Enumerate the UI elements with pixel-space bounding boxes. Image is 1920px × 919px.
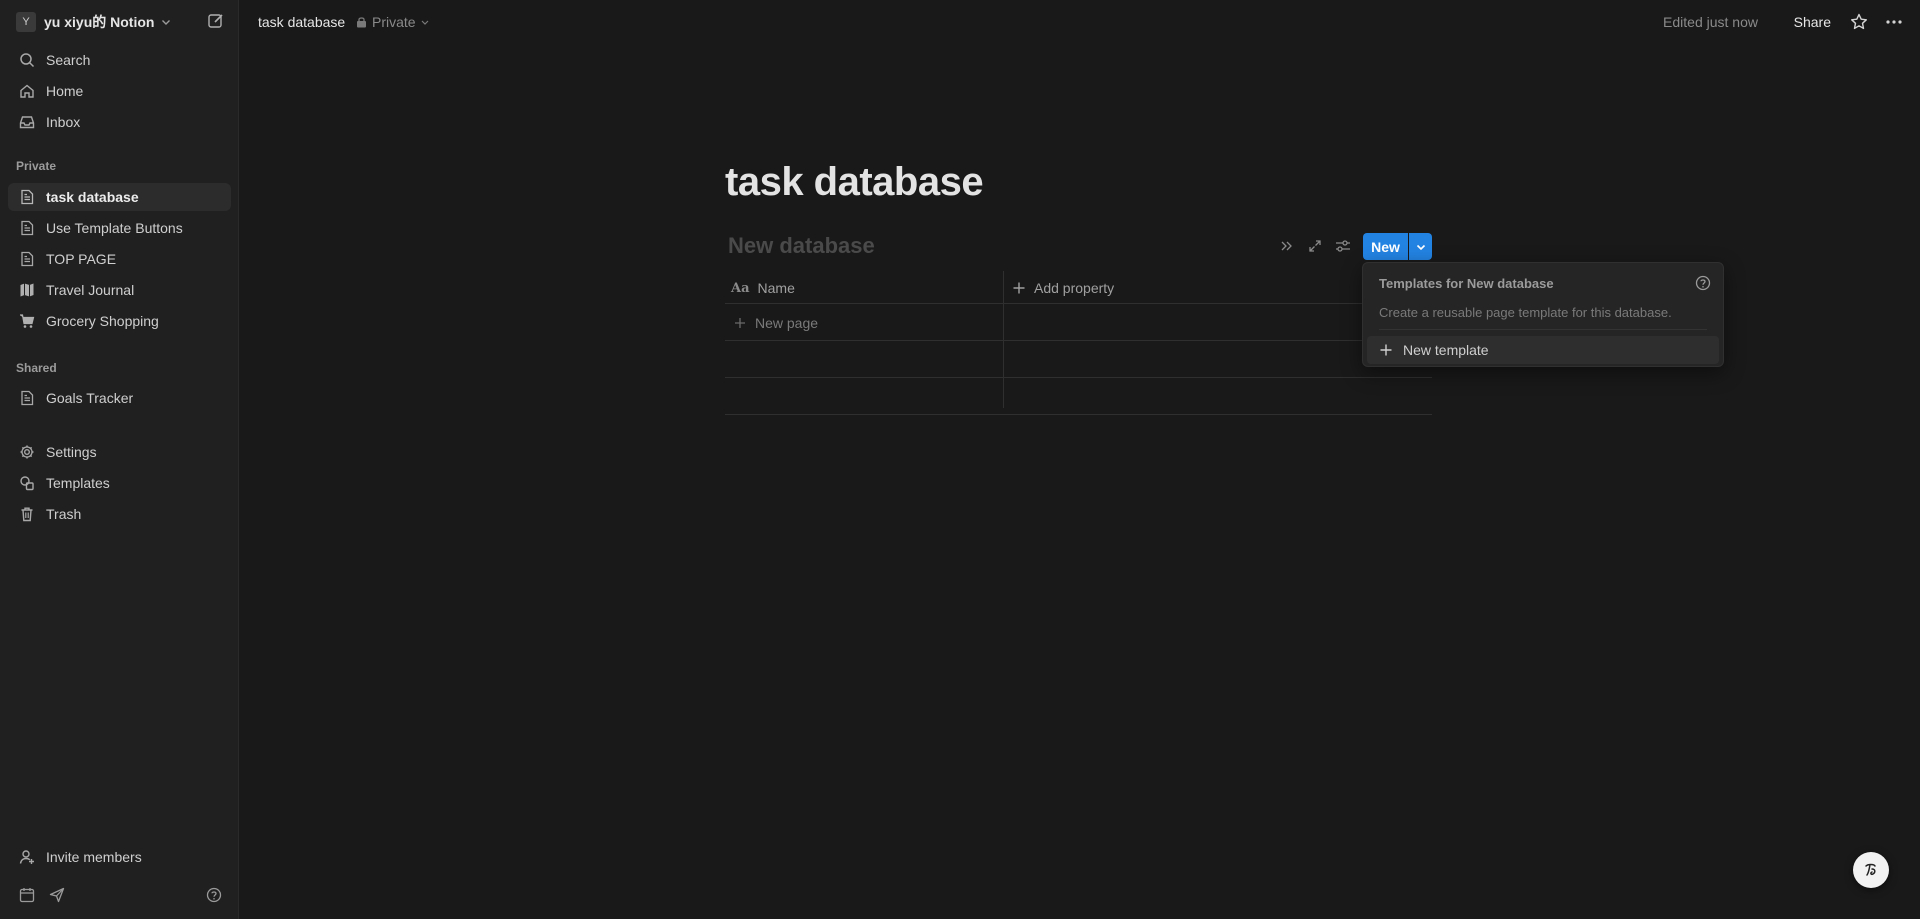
section-label-shared: Shared <box>16 361 57 375</box>
sidebar-item-label: Travel Journal <box>46 282 135 298</box>
divider <box>1379 329 1707 330</box>
privacy-dropdown[interactable]: Private <box>356 14 435 30</box>
sidebar-item-label: Templates <box>46 475 110 491</box>
expand-icon[interactable] <box>1305 236 1325 256</box>
chevron-down-icon <box>1415 241 1427 253</box>
workspace-name: yu xiyu的 Notion <box>44 14 155 30</box>
sidebar-item-label: Inbox <box>46 114 81 130</box>
page-icon <box>18 389 36 407</box>
sidebar-item-goals-tracker[interactable]: Goals Tracker <box>8 384 231 412</box>
sidebar: Y yu xiyu的 Notion Search Home Inbox Priv… <box>0 0 239 919</box>
sidebar-item-use-template-buttons[interactable]: Use Template Buttons <box>8 214 231 242</box>
lock-icon <box>356 16 372 28</box>
templates-popup-title: Templates for New database <box>1379 276 1554 291</box>
help-icon[interactable] <box>204 885 224 905</box>
sidebar-item-label: task database <box>46 189 139 205</box>
page-title[interactable]: task database <box>725 160 984 205</box>
database-table: Aa Name Add property New page <box>725 271 1432 415</box>
breadcrumb-page-title[interactable]: task database <box>258 14 345 30</box>
plus-icon <box>734 317 755 329</box>
sidebar-item-inbox[interactable]: Inbox <box>8 108 231 136</box>
favorite-star-icon[interactable] <box>1849 12 1869 32</box>
new-template-button[interactable]: New template <box>1367 336 1719 364</box>
plus-icon <box>1379 343 1403 357</box>
share-button[interactable]: Share <box>1794 14 1831 30</box>
add-property-label: Add property <box>1034 280 1115 296</box>
sidebar-item-home[interactable]: Home <box>8 77 231 105</box>
gear-icon <box>18 443 36 461</box>
table-row[interactable] <box>725 378 1432 415</box>
table-header: Aa Name Add property <box>725 271 1432 304</box>
workspace-avatar: Y <box>16 12 36 32</box>
sidebar-item-grocery-shopping[interactable]: Grocery Shopping <box>8 307 231 335</box>
sidebar-item-label: TOP PAGE <box>46 251 117 267</box>
more-options-icon[interactable] <box>1884 12 1904 32</box>
sidebar-item-travel-journal[interactable]: Travel Journal <box>8 276 231 304</box>
page-icon <box>18 188 36 206</box>
notion-ai-icon[interactable] <box>1853 852 1889 888</box>
settings-sliders-icon[interactable] <box>1333 236 1353 256</box>
sidebar-item-task-database[interactable]: task database <box>8 183 231 211</box>
edited-status: Edited just now <box>1663 14 1758 30</box>
section-label-private: Private <box>16 159 57 173</box>
sidebar-item-label: Home <box>46 83 84 99</box>
chevron-down-icon <box>160 16 172 28</box>
workspace-switcher[interactable]: Y yu xiyu的 Notion <box>8 8 228 36</box>
cart-icon <box>18 312 36 330</box>
sidebar-item-label: Use Template Buttons <box>46 220 183 236</box>
inbox-icon <box>18 113 36 131</box>
column-header-label: Name <box>757 280 795 296</box>
sidebar-item-label: Goals Tracker <box>46 390 134 406</box>
table-row[interactable] <box>725 341 1432 378</box>
sidebar-item-search[interactable]: Search <box>8 46 231 74</box>
text-property-icon: Aa <box>731 280 750 296</box>
sidebar-item-label: Trash <box>46 506 82 522</box>
page-icon <box>18 250 36 268</box>
plus-icon <box>1012 281 1034 295</box>
new-row-button[interactable]: New <box>1363 233 1408 260</box>
new-template-label: New template <box>1403 342 1489 358</box>
templates-icon <box>18 474 36 492</box>
sidebar-item-label: Grocery Shopping <box>46 313 159 329</box>
add-person-icon <box>18 848 36 866</box>
templates-popup-description: Create a reusable page template for this… <box>1379 305 1672 320</box>
open-side-peek-icon[interactable] <box>1277 236 1297 256</box>
map-icon <box>18 281 36 299</box>
table-row[interactable]: New page <box>725 304 1432 341</box>
page-icon <box>18 219 36 237</box>
new-row-dropdown-button[interactable] <box>1409 233 1432 260</box>
trash-icon <box>18 505 36 523</box>
database-title[interactable]: New database <box>728 233 875 259</box>
sidebar-item-trash[interactable]: Trash <box>8 500 231 528</box>
sidebar-item-label: Search <box>46 52 91 68</box>
sidebar-item-label: Invite members <box>46 849 142 865</box>
new-page-label: New page <box>755 315 819 331</box>
invite-members-button[interactable]: Invite members <box>8 843 231 871</box>
search-icon <box>18 51 36 69</box>
templates-popup: Templates for New database Create a reus… <box>1362 262 1724 367</box>
send-icon[interactable] <box>47 885 67 905</box>
column-header-name[interactable]: Aa Name <box>731 280 795 296</box>
new-page-button[interactable]: New page <box>734 315 818 331</box>
sidebar-item-templates[interactable]: Templates <box>8 469 231 497</box>
calendar-icon[interactable] <box>17 885 37 905</box>
sidebar-item-label: Settings <box>46 444 97 460</box>
new-page-compose-icon[interactable] <box>206 11 226 31</box>
topbar: task database Private Edited just now Sh… <box>240 0 1920 44</box>
sidebar-item-settings[interactable]: Settings <box>8 438 231 466</box>
home-icon <box>18 82 36 100</box>
sidebar-item-top-page[interactable]: TOP PAGE <box>8 245 231 273</box>
help-icon[interactable] <box>1695 275 1711 291</box>
add-property-button[interactable]: Add property <box>1012 280 1114 296</box>
privacy-label: Private <box>372 14 416 30</box>
chevron-down-icon <box>420 17 435 27</box>
